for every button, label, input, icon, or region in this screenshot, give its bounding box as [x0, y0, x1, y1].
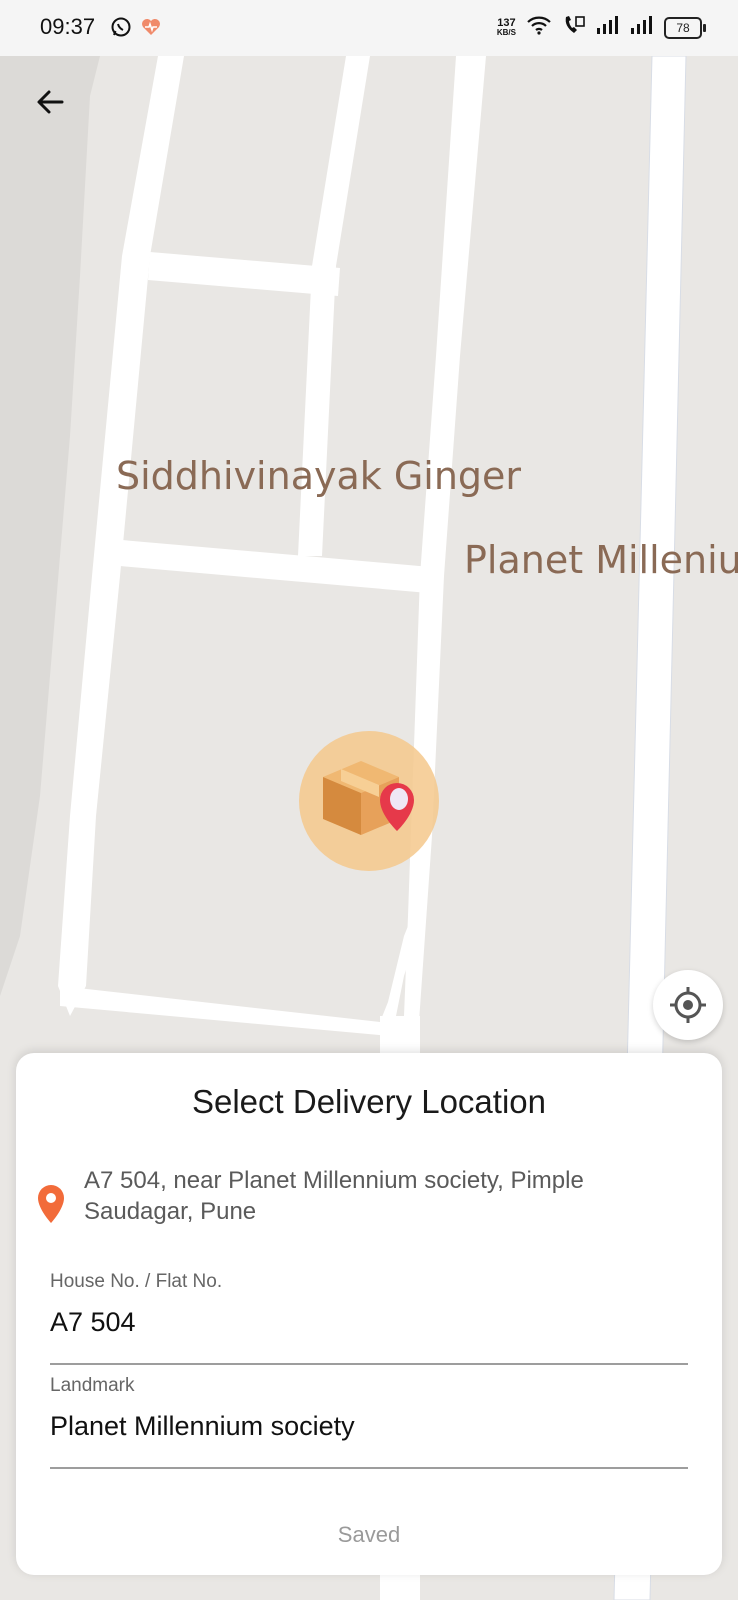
house-number-field[interactable]: House No. / Flat No. A7 504 — [50, 1271, 688, 1365]
my-location-button[interactable] — [653, 970, 723, 1040]
status-right: 137 KB/S 78 — [496, 14, 706, 41]
location-pin-icon — [38, 1185, 64, 1223]
signal-icon-2 — [630, 15, 654, 40]
status-time: 09:37 — [40, 14, 96, 39]
map-label-siddhivinayak: Siddhivinayak Ginger — [116, 454, 522, 498]
map-label-planet-millennium: Planet Milleniu — [464, 538, 738, 582]
location-marker[interactable] — [299, 731, 439, 871]
save-button[interactable]: Saved — [269, 1513, 469, 1557]
status-bar: 09:37 137 KB/S 78 — [0, 0, 738, 56]
house-number-label: House No. / Flat No. — [50, 1271, 223, 1292]
crosshair-icon — [670, 987, 706, 1023]
screen: 09:37 137 KB/S 78 Siddhivinayak Ginger P… — [0, 0, 738, 1600]
selected-address: A7 504, near Planet Millennium society, … — [36, 1165, 676, 1227]
signal-icon — [596, 15, 620, 40]
address-text: A7 504, near Planet Millennium society, … — [84, 1167, 584, 1225]
battery-indicator: 78 — [664, 16, 706, 39]
house-number-input[interactable]: A7 504 — [50, 1307, 136, 1338]
landmark-label: Landmark — [50, 1375, 135, 1396]
network-speed: 137 KB/S — [496, 16, 516, 38]
landmark-input[interactable]: Planet Millennium society — [50, 1411, 355, 1442]
package-pin-icon — [323, 761, 414, 835]
heart-rate-icon — [140, 16, 162, 43]
sheet-title: Select Delivery Location — [191, 1083, 546, 1120]
arrow-left-icon — [37, 90, 64, 114]
delivery-location-sheet: Select Delivery Location A7 504, near Pl… — [16, 1053, 722, 1575]
speed-unit: KB/S — [496, 27, 516, 37]
whatsapp-icon — [110, 16, 132, 43]
wifi-icon — [526, 15, 552, 40]
back-button[interactable] — [28, 80, 72, 124]
landmark-field[interactable]: Landmark Planet Millennium society — [50, 1375, 688, 1469]
speed-value: 137 — [497, 16, 516, 29]
hd-call-icon — [562, 14, 586, 41]
status-left-icons — [110, 16, 162, 43]
